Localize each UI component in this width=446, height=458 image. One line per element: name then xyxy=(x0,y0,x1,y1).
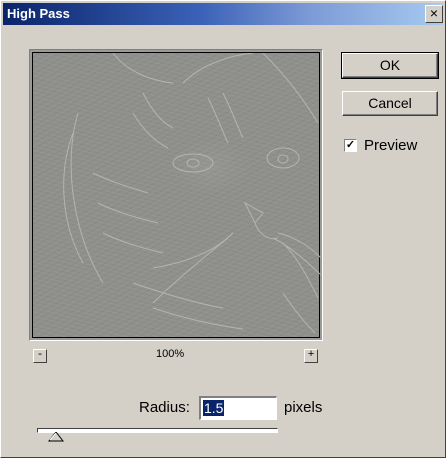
title-bar[interactable]: High Pass × xyxy=(3,3,443,25)
radius-input[interactable]: 1.5 xyxy=(199,396,277,420)
preview-image-frame[interactable] xyxy=(29,49,323,341)
preview-image[interactable] xyxy=(32,52,322,338)
ok-button[interactable]: OK xyxy=(341,52,439,79)
slider-thumb-shape xyxy=(48,432,65,442)
high-pass-dialog: High Pass × OK Cancel ✓ Preview - 100% +… xyxy=(0,0,446,458)
radius-slider-track[interactable] xyxy=(37,428,278,433)
radius-label: Radius: xyxy=(139,399,190,416)
dialog-title: High Pass xyxy=(7,6,70,21)
cat-high-pass-image xyxy=(63,52,322,334)
cancel-button[interactable]: Cancel xyxy=(342,91,438,116)
radius-units-label: pixels xyxy=(284,399,323,416)
minus-icon[interactable]: - xyxy=(33,349,47,363)
radius-value[interactable]: 1.5 xyxy=(203,400,225,416)
close-icon[interactable]: × xyxy=(425,5,443,23)
zoom-level: 100% xyxy=(156,348,185,360)
checkmark-icon[interactable]: ✓ xyxy=(344,139,357,152)
preview-checkbox-label[interactable]: Preview xyxy=(364,137,417,154)
plus-icon[interactable]: + xyxy=(304,349,318,363)
